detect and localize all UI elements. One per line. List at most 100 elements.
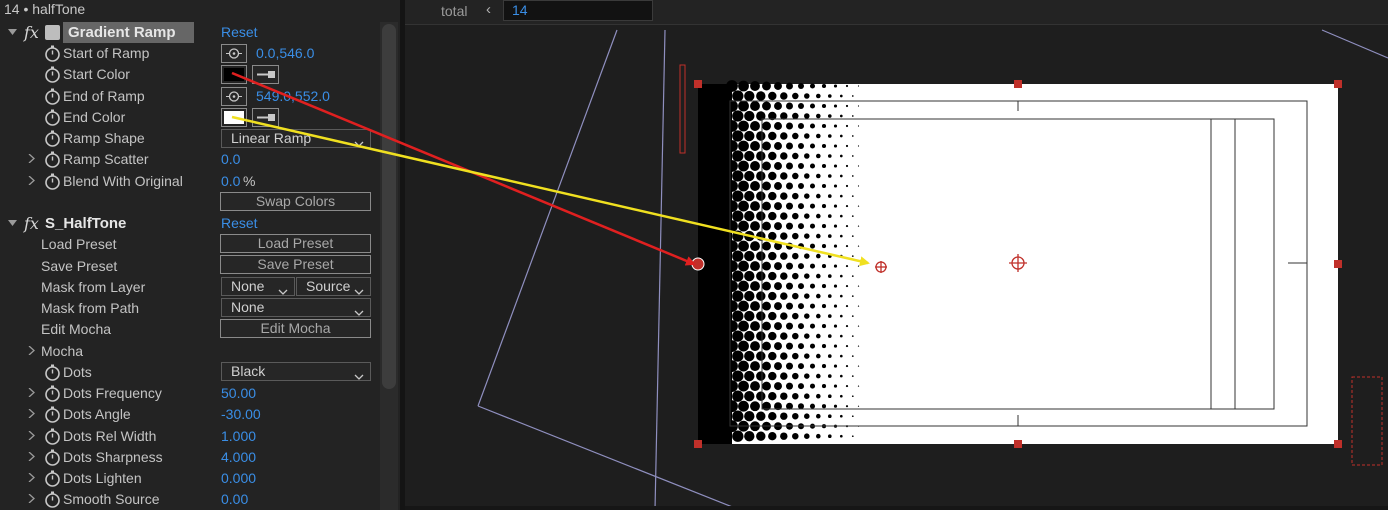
dropdown-value: None: [231, 278, 265, 294]
property-row: Dots Rel Width 1.000: [0, 426, 378, 447]
stopwatch-icon[interactable]: [44, 45, 61, 62]
stopwatch-icon[interactable]: [44, 491, 61, 508]
property-label: Blend With Original: [63, 173, 183, 189]
property-label: Dots Frequency: [63, 385, 162, 401]
stopwatch-icon[interactable]: [44, 151, 61, 168]
load-preset-button[interactable]: Load Preset: [220, 234, 371, 253]
stopwatch-icon[interactable]: [44, 385, 61, 402]
property-row: Dots Lighten 0.000: [0, 468, 378, 489]
twirl-closed-icon[interactable]: [27, 431, 36, 440]
property-unit: %: [243, 173, 256, 189]
property-label: Start Color: [63, 66, 130, 82]
property-label: Dots Sharpness: [63, 449, 163, 465]
twirl-open-icon[interactable]: [8, 27, 17, 36]
effect-controls-panel: 14 • halfTone fx Gradient Ramp Reset Sta…: [0, 0, 400, 510]
property-row: Ramp Shape Linear Ramp: [0, 128, 378, 149]
composition-viewer[interactable]: total ‹ 14: [405, 0, 1388, 510]
point-target-button[interactable]: [221, 44, 247, 63]
dots-dropdown[interactable]: Black: [221, 362, 371, 381]
property-value[interactable]: 0.0,546.0: [256, 45, 314, 61]
color-swatch-fill: [224, 111, 244, 124]
twirl-closed-icon[interactable]: [27, 494, 36, 503]
color-swatch[interactable]: [221, 65, 247, 84]
reset-link[interactable]: Reset: [221, 24, 258, 40]
eyedropper-icon[interactable]: [252, 65, 279, 84]
fx-toggle-icon[interactable]: fx: [24, 23, 39, 42]
twirl-open-icon[interactable]: [8, 218, 17, 227]
property-row: Edit Mocha Edit Mocha: [0, 319, 378, 340]
twirl-closed-icon[interactable]: [27, 452, 36, 461]
property-value[interactable]: 0.000: [221, 470, 256, 486]
property-label: Ramp Scatter: [63, 151, 149, 167]
total-input[interactable]: 14: [503, 0, 653, 21]
save-preset-button[interactable]: Save Preset: [220, 255, 371, 274]
effect-header-gradient-ramp[interactable]: fx Gradient Ramp Reset: [0, 22, 378, 43]
edit-mocha-button[interactable]: Edit Mocha: [220, 319, 371, 338]
mask-path-dropdown[interactable]: None: [221, 298, 371, 317]
stopwatch-icon[interactable]: [44, 470, 61, 487]
dropdown-value: None: [231, 299, 265, 315]
property-row: Start Color: [0, 64, 378, 85]
twirl-closed-icon[interactable]: [27, 176, 36, 185]
property-row: Mocha: [0, 341, 378, 362]
property-label: Save Preset: [41, 258, 118, 274]
property-value[interactable]: 0.00: [221, 491, 248, 507]
stopwatch-icon[interactable]: [44, 88, 61, 105]
chevron-left-icon[interactable]: ‹: [486, 1, 491, 18]
stopwatch-icon[interactable]: [44, 449, 61, 466]
property-row: Dots Angle -30.00: [0, 404, 378, 425]
property-label: Load Preset: [41, 236, 117, 252]
color-swatch[interactable]: [221, 108, 247, 127]
property-row: Dots Sharpness 4.000: [0, 447, 378, 468]
effect-name: S_HalfTone: [45, 215, 127, 232]
property-label: Mocha: [41, 343, 84, 359]
property-label: Dots Rel Width: [63, 428, 157, 444]
property-row: Save Preset Save Preset: [0, 255, 378, 277]
viewer-bottom-edge: [405, 506, 1388, 510]
property-row: Smooth Source 0.00: [0, 489, 378, 510]
stopwatch-icon[interactable]: [44, 428, 61, 445]
effect-name: Gradient Ramp: [68, 24, 176, 41]
twirl-closed-icon[interactable]: [27, 154, 36, 163]
property-value[interactable]: 0.0: [221, 151, 240, 167]
property-value[interactable]: 1.000: [221, 428, 256, 444]
reset-link[interactable]: Reset: [221, 215, 258, 231]
property-value[interactable]: 549.0,552.0: [256, 88, 330, 104]
effect-header-s-halftone[interactable]: fx S_HalfTone Reset: [0, 213, 378, 234]
scrollbar-thumb[interactable]: [382, 24, 396, 389]
property-row: Dots Black: [0, 362, 378, 383]
mask-layer-dropdown[interactable]: None: [221, 277, 295, 296]
stopwatch-icon[interactable]: [44, 406, 61, 423]
effect-type-icon: [45, 25, 60, 40]
property-value[interactable]: 0.0: [221, 173, 240, 189]
twirl-closed-icon[interactable]: [27, 346, 36, 355]
property-row: End Color: [0, 107, 378, 128]
fx-toggle-icon[interactable]: fx: [24, 214, 39, 233]
mask-source-dropdown[interactable]: Source: [296, 277, 371, 296]
swap-colors-button[interactable]: Swap Colors: [220, 192, 371, 211]
stopwatch-icon[interactable]: [44, 66, 61, 83]
dropdown-value: Source: [306, 278, 351, 294]
property-value[interactable]: 50.00: [221, 385, 256, 401]
property-label: Edit Mocha: [41, 321, 112, 337]
stopwatch-icon[interactable]: [44, 130, 61, 147]
property-value[interactable]: 4.000: [221, 449, 256, 465]
point-target-button[interactable]: [221, 87, 247, 106]
twirl-closed-icon[interactable]: [27, 388, 36, 397]
stopwatch-icon[interactable]: [44, 109, 61, 126]
dropdown-value: Linear Ramp: [231, 130, 312, 146]
ramp-shape-dropdown[interactable]: Linear Ramp: [221, 129, 371, 148]
property-row: Ramp Scatter 0.0: [0, 149, 378, 170]
property-row: End of Ramp 549.0,552.0: [0, 86, 378, 107]
viewer-toolbar: total ‹ 14: [405, 0, 1388, 25]
property-row: Mask from Path None: [0, 298, 378, 319]
property-row: Dots Frequency 50.00: [0, 383, 378, 404]
stopwatch-icon[interactable]: [44, 364, 61, 381]
twirl-closed-icon[interactable]: [27, 473, 36, 482]
stopwatch-icon[interactable]: [44, 173, 61, 190]
property-row: Mask from Layer None Source: [0, 277, 378, 298]
property-value[interactable]: -30.00: [221, 406, 261, 422]
property-label: Dots: [63, 364, 92, 380]
eyedropper-icon[interactable]: [252, 108, 279, 127]
twirl-closed-icon[interactable]: [27, 409, 36, 418]
